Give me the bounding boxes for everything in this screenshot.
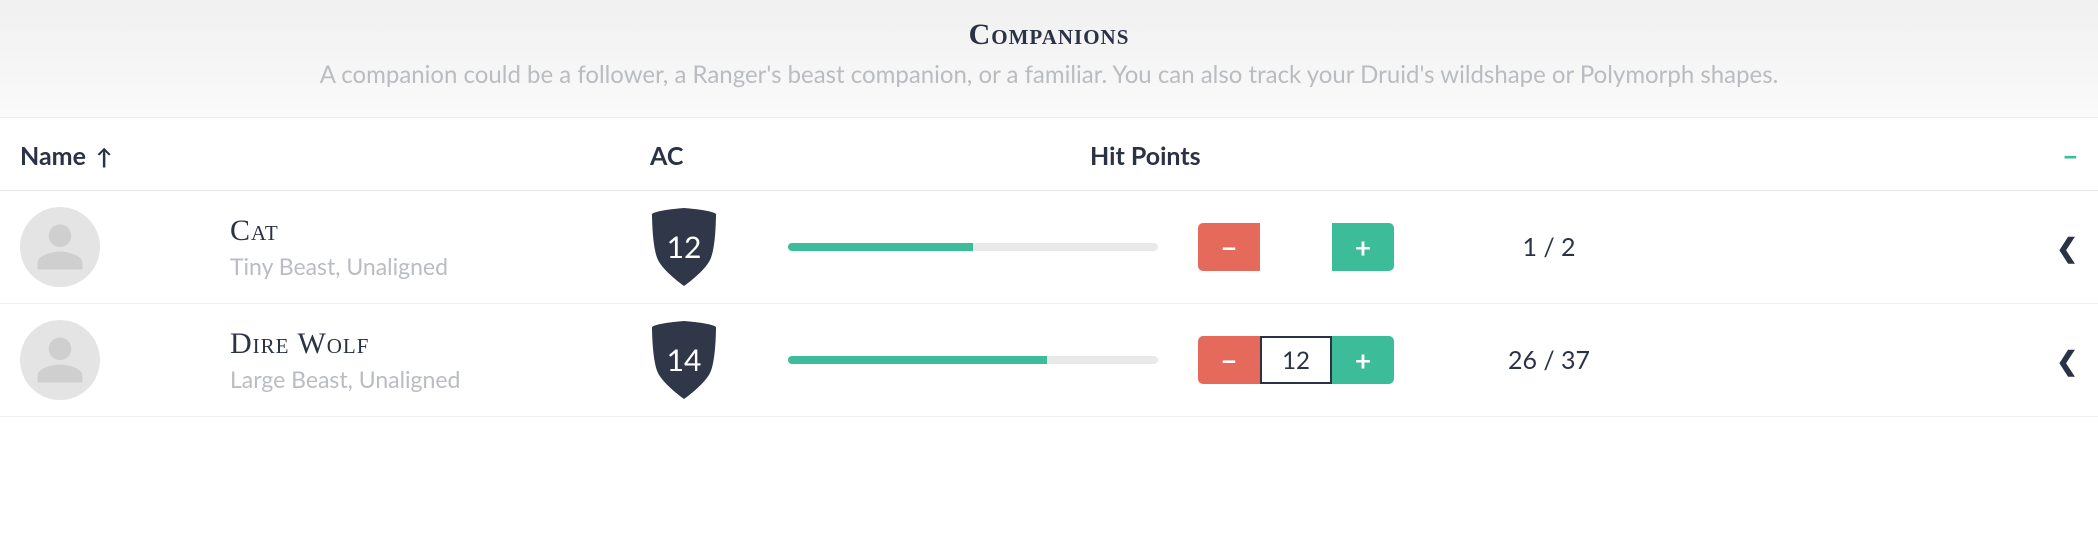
hp-bar [788,243,1158,251]
section-subtitle: A companion could be a follower, a Range… [20,60,2078,89]
ac-value: 12 [667,229,702,265]
column-header-ac[interactable]: AC [650,141,1090,171]
hp-decrement-button[interactable]: − [1198,223,1260,271]
creature-subtitle: Large Beast, Unaligned [230,365,650,393]
companion-row: Cat Tiny Beast, Unaligned 12 − + 1 / 2 ❮ [0,191,2098,304]
ac-block: 14 [650,321,788,399]
ac-value: 14 [667,342,702,378]
hp-increment-button[interactable]: + [1332,336,1394,384]
column-header-ac-label: AC [650,141,683,171]
hp-text: 26 / 37 [1494,345,1604,375]
hp-stepper: − + [1198,223,1394,271]
table-header-row: Name ↑ AC Hit Points − [0,118,2098,191]
expand-row-icon[interactable]: ❮ [2028,231,2078,264]
column-header-hp-label: Hit Points [1090,141,1201,171]
hp-bar-fill [788,356,1047,364]
hp-input[interactable] [1260,336,1332,384]
ac-block: 12 [650,208,788,286]
hp-stepper: − + [1198,336,1394,384]
hp-input[interactable] [1260,223,1332,271]
companion-row: Dire Wolf Large Beast, Unaligned 14 − + … [0,304,2098,417]
hp-text: 1 / 2 [1494,232,1604,262]
hp-block: − + 26 / 37 [788,336,2028,384]
hp-block: − + 1 / 2 [788,223,2028,271]
creature-name: Dire Wolf [230,327,650,361]
sort-asc-icon: ↑ [96,143,113,170]
creature-name: Cat [230,214,650,248]
column-header-name-label: Name [20,141,86,171]
section-title: Companions [20,18,2078,52]
shield-icon: 14 [650,321,718,399]
avatar[interactable] [20,320,100,400]
hp-bar-fill [788,243,973,251]
section-header: Companions A companion could be a follow… [0,0,2098,118]
expand-row-icon[interactable]: ❮ [2028,344,2078,377]
column-header-name[interactable]: Name ↑ [20,141,650,171]
shield-icon: 12 [650,208,718,286]
hp-bar [788,356,1158,364]
avatar[interactable] [20,207,100,287]
hp-increment-button[interactable]: + [1332,223,1394,271]
name-block[interactable]: Cat Tiny Beast, Unaligned [230,214,650,280]
name-block[interactable]: Dire Wolf Large Beast, Unaligned [230,327,650,393]
column-header-hp[interactable]: Hit Points [1090,141,2028,171]
creature-subtitle: Tiny Beast, Unaligned [230,252,650,280]
hp-decrement-button[interactable]: − [1198,336,1260,384]
collapse-all-icon[interactable]: − [2063,140,2078,172]
